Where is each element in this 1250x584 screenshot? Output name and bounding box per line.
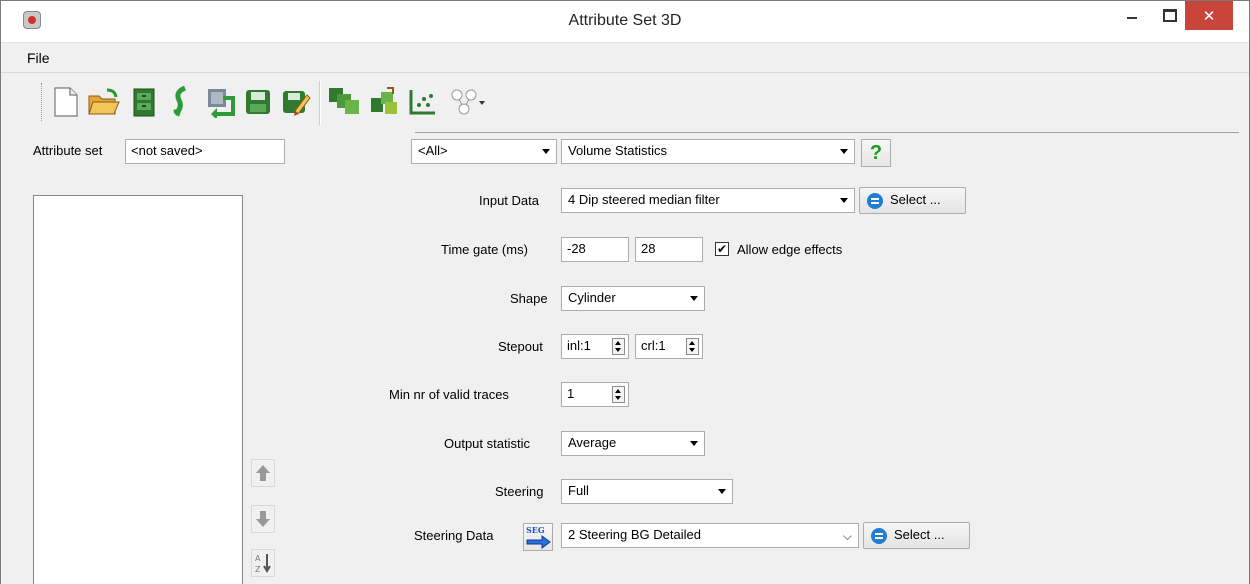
input-data-select-button[interactable]: Select ...: [859, 187, 966, 214]
min-valid-traces-label: Min nr of valid traces: [389, 387, 509, 402]
select-button-label: Select ...: [890, 192, 941, 207]
shape-label: Shape: [510, 291, 548, 306]
arrow-up-icon: [256, 465, 270, 481]
window-title: Attribute Set 3D: [568, 12, 682, 29]
input-data-combo[interactable]: 4 Dip steered median filter: [561, 188, 855, 213]
help-button[interactable]: ?: [861, 139, 891, 167]
arrow-down-icon: [256, 511, 270, 527]
output-statistic-combo[interactable]: Average: [561, 431, 705, 456]
sort-button[interactable]: AZ: [251, 549, 275, 577]
save-as-icon[interactable]: [279, 83, 313, 121]
svg-text:Z: Z: [255, 565, 261, 574]
output-statistic-label: Output statistic: [444, 436, 530, 451]
open-set-icon[interactable]: [127, 83, 161, 121]
allow-edge-effects-checkbox[interactable]: ✔: [715, 242, 729, 256]
stepout-crossline-value: crl:1: [641, 338, 666, 353]
save-icon[interactable]: [241, 83, 275, 121]
toolbar-grip[interactable]: [41, 83, 44, 121]
list-icon: [871, 528, 887, 544]
tree-icon[interactable]: [445, 83, 489, 121]
import-icon[interactable]: [165, 83, 199, 121]
steering-data-select-button[interactable]: Select ...: [863, 522, 970, 549]
toolbar-separator: [319, 81, 321, 125]
stepout-inline-value: inl:1: [567, 338, 591, 353]
close-button[interactable]: ✕: [1185, 1, 1233, 30]
steering-combo[interactable]: Full: [561, 479, 733, 504]
output-statistic-value: Average: [568, 435, 617, 450]
attribute-set-name-field[interactable]: <not saved>: [125, 139, 285, 164]
chevron-down-icon: ⌵: [842, 529, 852, 543]
steering-data-label: Steering Data: [414, 528, 494, 543]
chevron-down-icon: [718, 489, 726, 494]
chevron-down-icon: [840, 149, 848, 154]
move-down-button[interactable]: [251, 505, 275, 533]
spinner-arrows-icon[interactable]: [612, 338, 625, 355]
title-bar: Attribute Set 3D ✕: [1, 1, 1249, 43]
new-icon[interactable]: [49, 83, 83, 121]
chevron-down-icon: [840, 198, 848, 203]
shape-value: Cylinder: [568, 290, 616, 305]
menu-file[interactable]: File: [27, 50, 50, 66]
chevron-down-icon: [690, 441, 698, 446]
toolbar: [1, 73, 1249, 133]
steering-data-value: 2 Steering BG Detailed: [568, 527, 701, 542]
seg-label: SEG: [526, 525, 545, 535]
attribute-group-value: <All>: [418, 143, 448, 158]
menu-bar: File: [1, 43, 1249, 73]
steering-label: Steering: [495, 484, 544, 499]
evaluate-icon[interactable]: [327, 83, 361, 121]
stepout-inline-spinbox[interactable]: inl:1: [561, 334, 629, 359]
svg-text:A: A: [255, 554, 261, 563]
time-gate-label: Time gate (ms): [441, 242, 528, 257]
maximize-button[interactable]: [1151, 1, 1189, 29]
chevron-down-icon: [542, 149, 550, 154]
attribute-type-value: Volume Statistics: [568, 143, 667, 158]
steering-data-combo[interactable]: 2 Steering BG Detailed ⌵: [561, 523, 859, 548]
attribute-editor-panel: Attribute set <not saved> <All> Volume S…: [1, 133, 1249, 584]
spinner-arrows-icon[interactable]: [612, 386, 625, 403]
input-data-label: Input Data: [479, 193, 539, 208]
chevron-down-icon: [690, 296, 698, 301]
time-gate-stop-field[interactable]: 28: [635, 237, 703, 262]
input-data-value: 4 Dip steered median filter: [568, 192, 720, 207]
allow-edge-effects-label: Allow edge effects: [737, 242, 843, 257]
reimport-icon[interactable]: [203, 83, 237, 121]
move-up-button[interactable]: [251, 459, 275, 487]
attribute-list[interactable]: [33, 195, 243, 584]
min-valid-traces-spinbox[interactable]: 1: [561, 382, 629, 407]
steering-value: Full: [568, 483, 589, 498]
min-valid-traces-value: 1: [567, 386, 575, 401]
select-button-label: Select ...: [894, 527, 945, 542]
attribute-type-combo[interactable]: Volume Statistics: [561, 139, 855, 164]
sort-az-icon: AZ: [255, 554, 271, 574]
show-graph-icon[interactable]: [405, 83, 439, 121]
stepout-label: Stepout: [498, 339, 543, 354]
attribute-set-window: Attribute Set 3D ✕ File Attribute set <n…: [0, 0, 1250, 584]
shape-combo[interactable]: Cylinder: [561, 286, 705, 311]
attribute-set-label: Attribute set: [33, 143, 103, 158]
attribute-group-combo[interactable]: <All>: [411, 139, 557, 164]
spinner-arrows-icon[interactable]: [686, 338, 699, 355]
minimize-button[interactable]: [1113, 1, 1151, 29]
time-gate-start-field[interactable]: -28: [561, 237, 629, 262]
crossplot-icon[interactable]: [367, 83, 401, 121]
open-icon[interactable]: [87, 83, 121, 121]
list-icon: [867, 193, 883, 209]
stepout-crossline-spinbox[interactable]: crl:1: [635, 334, 703, 359]
seg-steering-icon[interactable]: SEG: [523, 523, 553, 551]
